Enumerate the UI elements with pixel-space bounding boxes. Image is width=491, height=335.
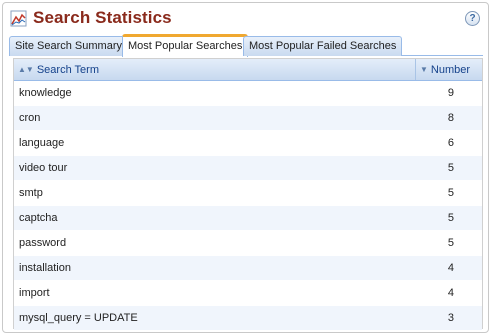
table-row[interactable]: smtp 5 [14, 181, 482, 206]
grid-rows: knowledge 9 cron 8 language 6 video tour… [14, 81, 482, 331]
tab-most-popular-searches[interactable]: Most Popular Searches [122, 34, 249, 57]
number-cell: 9 [447, 87, 454, 99]
number-cell: 5 [447, 212, 454, 224]
grid-header: ▲▼ Search Term ▼ Number [14, 59, 482, 81]
sort-icon: ▲▼ [18, 65, 34, 74]
number-cell: 8 [447, 112, 454, 124]
search-term-cell: captcha [19, 212, 58, 224]
search-term-cell: knowledge [19, 87, 72, 99]
column-header-label: Search Term [36, 64, 99, 76]
search-term-cell: password [19, 237, 67, 249]
table-row[interactable]: cron 8 [14, 106, 482, 131]
search-term-cell: import [19, 287, 50, 299]
search-term-cell: mysql_query = UPDATE [19, 312, 138, 324]
sort-desc-icon: ▼ [420, 65, 428, 74]
column-header-label: Number [430, 64, 471, 76]
table-row[interactable]: video tour 5 [14, 156, 482, 181]
search-term-cell: smtp [19, 187, 43, 199]
search-term-cell: cron [19, 112, 41, 124]
search-term-cell: language [19, 137, 65, 149]
number-cell: 3 [447, 312, 454, 324]
number-cell: 4 [447, 262, 454, 274]
panel-header: Search Statistics ? [3, 3, 488, 35]
search-grid: ▲▼ Search Term ▼ Number knowledge 9 cron 8… [13, 58, 483, 331]
table-row[interactable]: mysql_query = UPDATE 3 [14, 306, 482, 331]
search-statistics-panel: Search Statistics ? Site Search Summary … [2, 2, 489, 333]
number-cell: 5 [447, 237, 454, 249]
column-header-search-term[interactable]: ▲▼ Search Term [14, 59, 416, 80]
table-row[interactable]: captcha 5 [14, 206, 482, 231]
page-title: Search Statistics [33, 8, 172, 27]
help-icon[interactable]: ? [465, 11, 480, 26]
search-term-cell: installation [19, 262, 71, 274]
tab-bar: Site Search Summary Most Popular Searche… [9, 34, 483, 57]
tab-most-popular-failed-searches[interactable]: Most Popular Failed Searches [243, 36, 403, 56]
table-row[interactable]: language 6 [14, 131, 482, 156]
number-cell: 5 [447, 162, 454, 174]
tab-site-search-summary[interactable]: Site Search Summary [9, 36, 128, 56]
number-cell: 6 [447, 137, 454, 149]
table-row[interactable]: password 5 [14, 231, 482, 256]
table-row[interactable]: installation 4 [14, 256, 482, 281]
number-cell: 4 [447, 287, 454, 299]
number-cell: 5 [447, 187, 454, 199]
table-row[interactable]: import 4 [14, 281, 482, 306]
line-chart-icon [10, 10, 27, 27]
search-term-cell: video tour [19, 162, 68, 174]
table-row[interactable]: knowledge 9 [14, 81, 482, 106]
column-header-number[interactable]: ▼ Number [416, 59, 482, 80]
